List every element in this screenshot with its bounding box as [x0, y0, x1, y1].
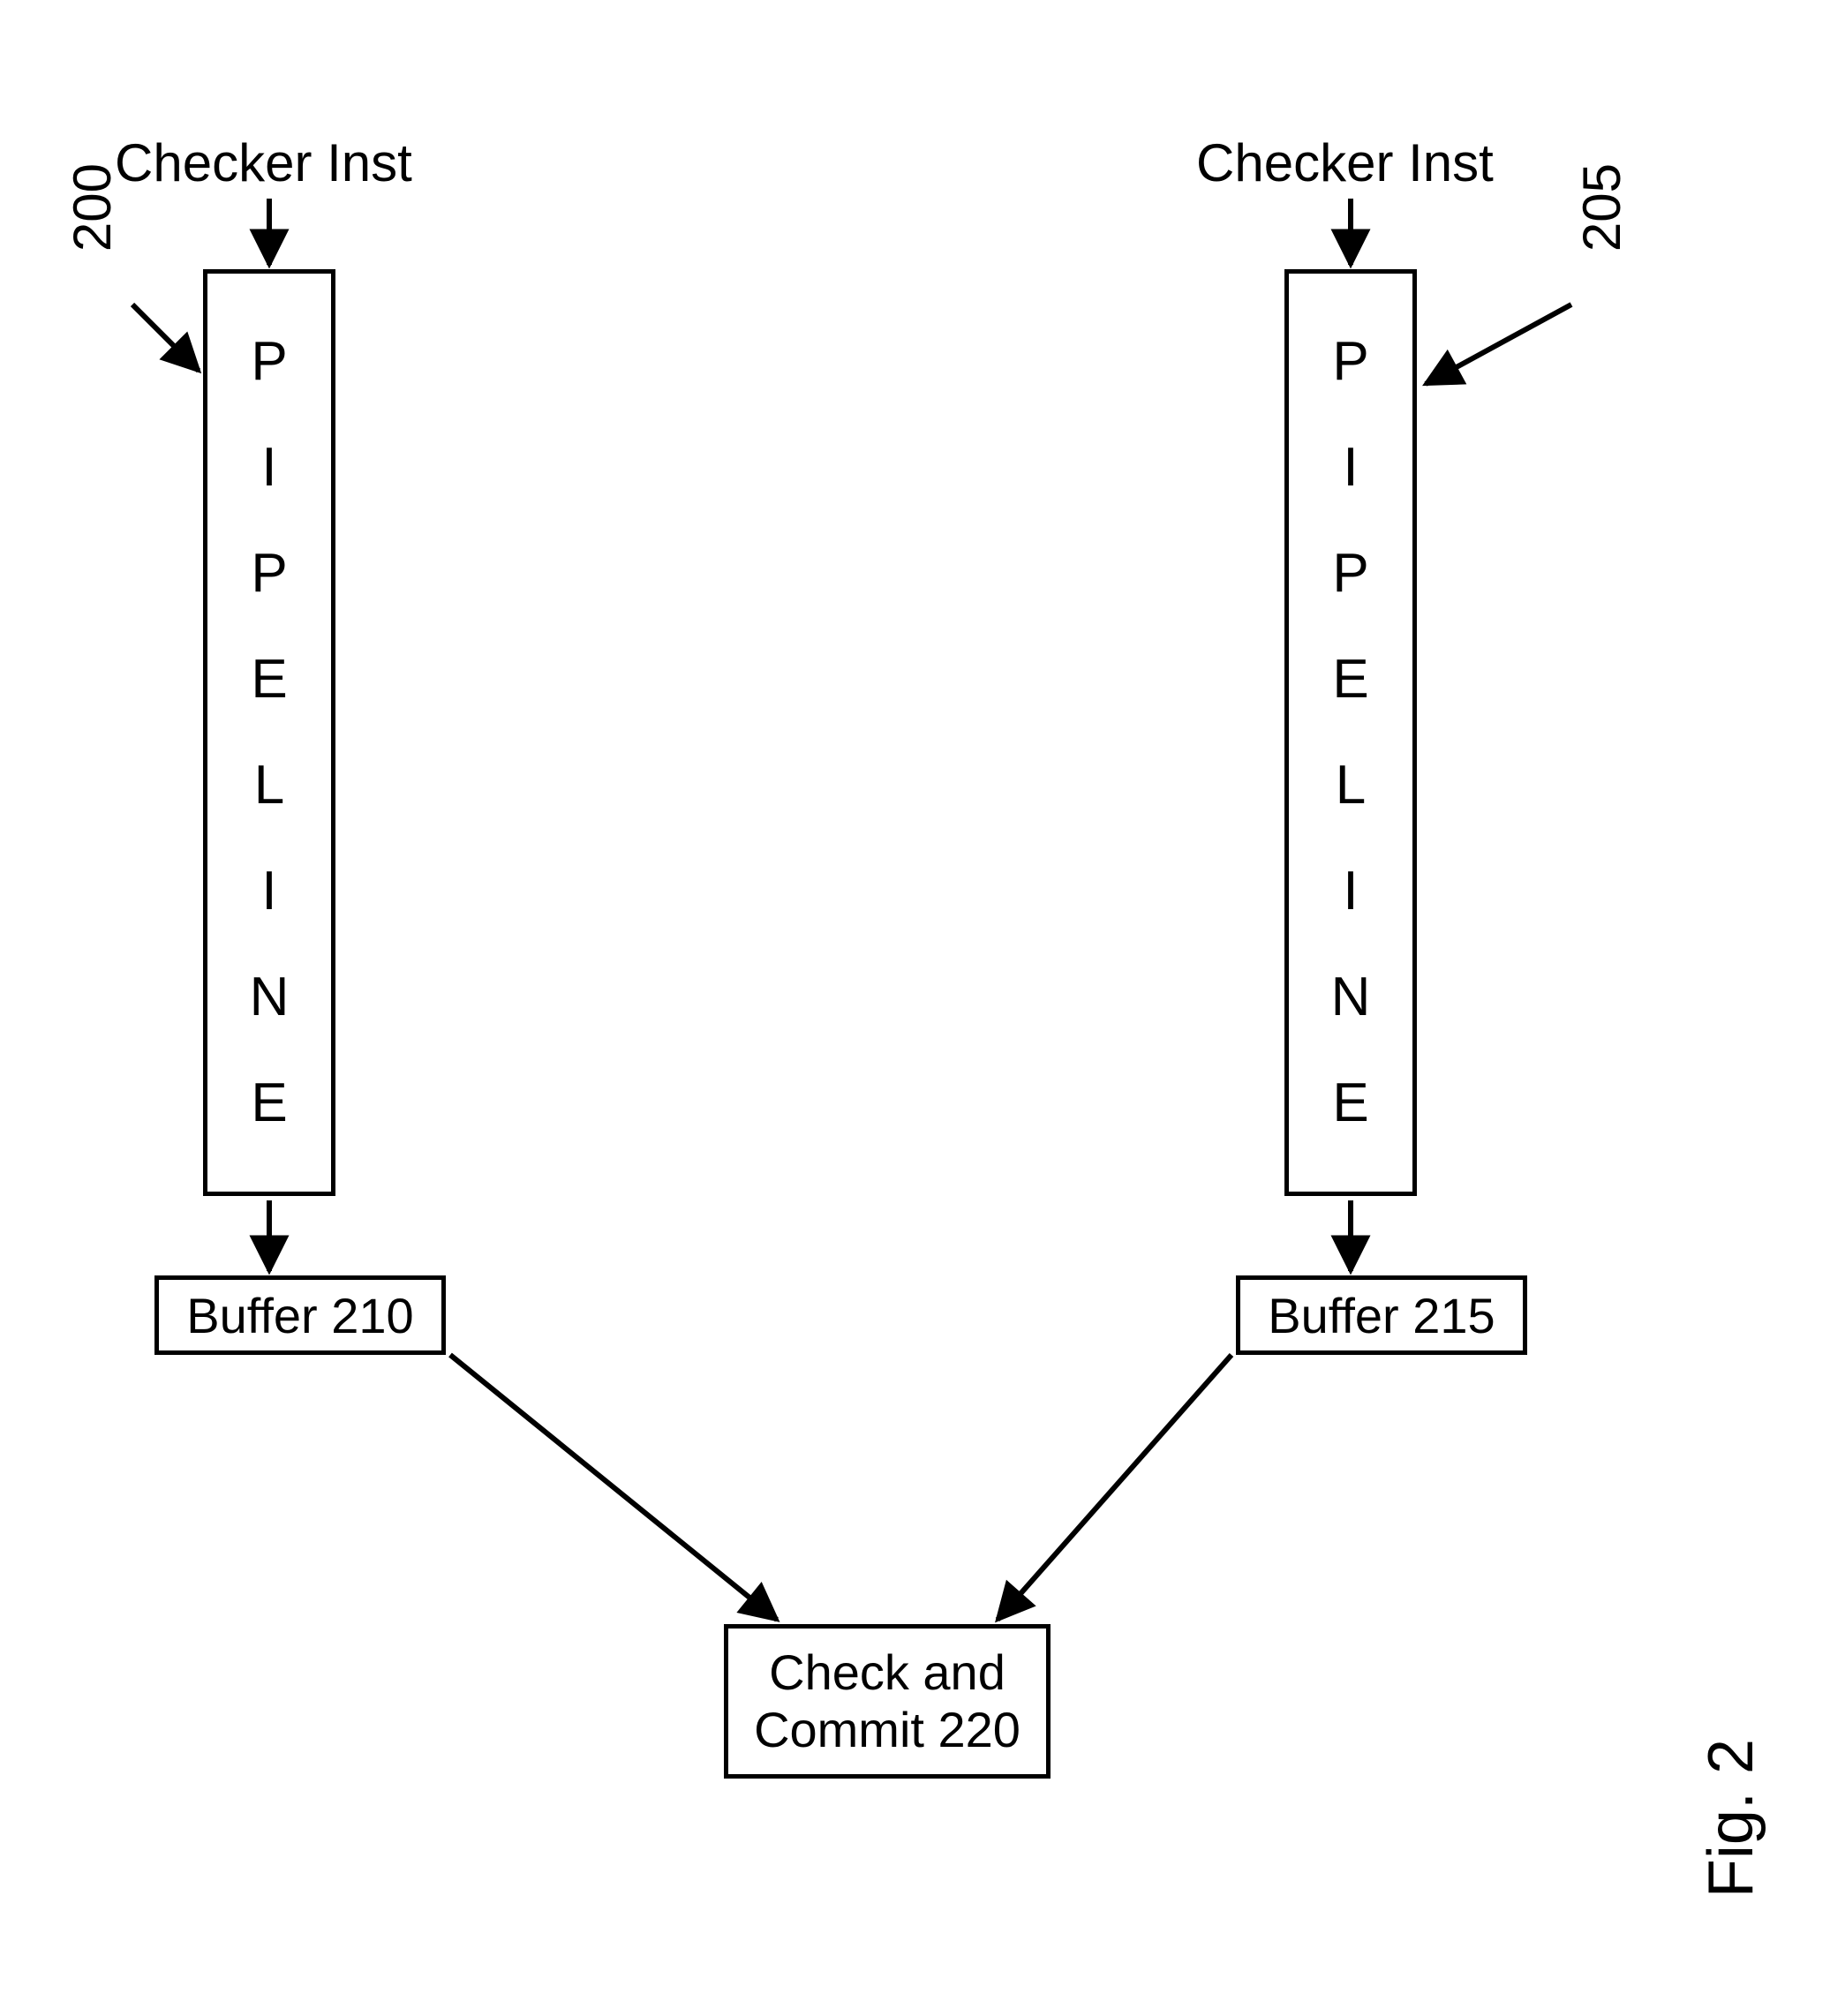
- left-input-label: Checker Inst: [115, 132, 412, 193]
- right-stage-3: E: [1332, 652, 1368, 707]
- left-stage-3: E: [251, 652, 287, 707]
- left-buffer-box: Buffer 210: [154, 1275, 446, 1355]
- left-stage-7: E: [251, 1076, 287, 1131]
- right-buffer-box: Buffer 215: [1236, 1275, 1527, 1355]
- figure-label: Fig. 2: [1695, 1739, 1767, 1898]
- left-stage-6: N: [250, 970, 290, 1025]
- left-stage-1: I: [261, 440, 276, 495]
- commit-line2: Commit 220: [754, 1702, 1020, 1758]
- right-stage-0: P: [1332, 335, 1368, 389]
- right-stage-6: N: [1331, 970, 1371, 1025]
- arrow-left-ref: [132, 305, 199, 371]
- right-stage-7: E: [1332, 1076, 1368, 1131]
- left-stage-2: P: [251, 546, 287, 601]
- left-stage-4: L: [254, 758, 284, 813]
- arrow-left-buffer-to-commit: [450, 1355, 777, 1620]
- right-buffer-text: Buffer 215: [1268, 1287, 1495, 1344]
- right-pipeline-box: P I P E L I N E: [1284, 269, 1417, 1196]
- left-ref-label: 200: [62, 163, 123, 252]
- right-input-label: Checker Inst: [1196, 132, 1494, 193]
- left-stage-0: P: [251, 335, 287, 389]
- right-stage-4: L: [1336, 758, 1366, 813]
- diagram-root: Checker Inst P I P E L I N E 200 Buffer …: [0, 0, 1830, 2016]
- commit-line1: Check and: [769, 1644, 1005, 1701]
- right-stage-5: I: [1343, 864, 1358, 919]
- left-pipeline-box: P I P E L I N E: [203, 269, 335, 1196]
- check-commit-box: Check and Commit 220: [724, 1624, 1051, 1779]
- arrow-right-ref: [1426, 305, 1571, 384]
- right-stage-2: P: [1332, 546, 1368, 601]
- arrow-right-buffer-to-commit: [998, 1355, 1231, 1620]
- left-buffer-text: Buffer 210: [186, 1287, 413, 1344]
- left-stage-5: I: [261, 864, 276, 919]
- right-stage-1: I: [1343, 440, 1358, 495]
- right-ref-label: 205: [1571, 163, 1632, 252]
